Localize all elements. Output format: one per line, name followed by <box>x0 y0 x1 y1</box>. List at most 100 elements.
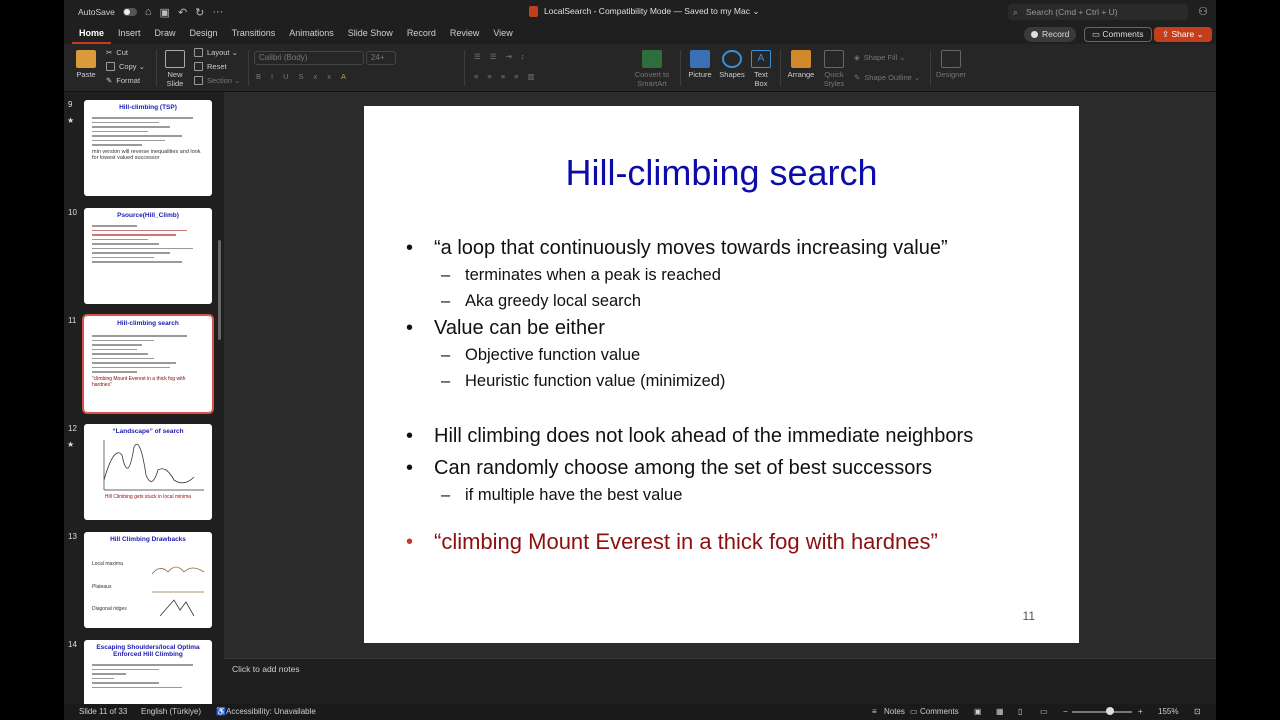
layout-button[interactable]: Layout ⌄ <box>194 48 238 57</box>
picture-button[interactable]: Picture <box>686 50 714 79</box>
bold-icon[interactable]: B <box>256 72 267 81</box>
slide-thumbnail[interactable]: Hill-climbing (TSP) min version will rev… <box>84 100 212 196</box>
shape-fill-button[interactable]: ◈ Shape Fill ⌄ <box>854 53 906 62</box>
accessibility-status[interactable]: Accessibility: Unavailable <box>226 707 316 716</box>
underline-icon[interactable]: U <box>283 72 294 81</box>
align-right-icon[interactable]: ≡ <box>501 72 510 81</box>
reading-view-icon[interactable]: ▯ <box>1018 707 1022 716</box>
normal-view-icon[interactable]: ▣ <box>974 707 982 716</box>
strikethrough-icon[interactable]: S <box>299 72 310 81</box>
powerpoint-file-icon <box>529 6 538 17</box>
document-title[interactable]: LocalSearch - Compatibility Mode — Saved… <box>529 6 759 17</box>
new-slide-button[interactable]: New Slide <box>160 50 190 88</box>
tab-transitions[interactable]: Transitions <box>225 24 283 44</box>
slideshow-icon[interactable]: ▭ <box>1040 707 1048 716</box>
copy-button[interactable]: Copy ⌄ <box>106 62 145 71</box>
slide-number: 10 <box>68 208 77 217</box>
slide-thumbnail[interactable]: Psource(Hill_Climb) <box>84 208 212 304</box>
text-box-button[interactable]: A Text Box <box>750 50 772 88</box>
home-icon[interactable]: ⌂ <box>145 6 152 18</box>
zoom-level[interactable]: 155% <box>1158 707 1178 716</box>
fit-slide-icon[interactable]: ⊡ <box>1194 707 1201 716</box>
record-button[interactable]: Record <box>1024 27 1077 42</box>
paste-button[interactable]: Paste <box>72 50 100 79</box>
notes-pane[interactable]: Click to add notes <box>224 658 1216 704</box>
zoom-out-icon[interactable]: − <box>1063 707 1068 716</box>
comments-button[interactable]: ▭ Comments <box>1084 27 1152 42</box>
thumbnails-scrollbar[interactable] <box>218 240 221 340</box>
slide-thumbnail[interactable]: Escaping Shoulders/local Optima Enforced… <box>84 640 212 704</box>
quick-styles-button[interactable]: Quick Styles <box>820 50 848 88</box>
copy-icon <box>106 62 115 71</box>
language-status[interactable]: English (Türkiye) <box>141 707 201 716</box>
redo-icon[interactable]: ↻ <box>195 6 204 19</box>
zoom-slider[interactable] <box>1072 711 1132 713</box>
account-icon[interactable]: ⚇ <box>1198 5 1208 18</box>
save-icon[interactable]: ▣ <box>160 6 170 19</box>
slide-number: 12 <box>68 424 77 433</box>
terrain-sketch-image <box>151 566 205 617</box>
tab-animations[interactable]: Animations <box>282 24 341 44</box>
text-box-icon: A <box>751 50 771 68</box>
zoom-slider-handle[interactable] <box>1106 707 1114 715</box>
font-name-select[interactable]: Calibri (Body) <box>254 51 364 65</box>
numbering-icon[interactable]: ☰ <box>490 52 502 61</box>
tab-review[interactable]: Review <box>443 24 487 44</box>
copy-label: Copy ⌄ <box>119 62 145 71</box>
tab-view[interactable]: View <box>486 24 519 44</box>
shape-outline-button[interactable]: ✎ Shape Outline ⌄ <box>854 73 920 82</box>
format-painter-button[interactable]: ✎ Format <box>106 76 140 85</box>
powerpoint-window: AutoSave ⌂ ▣ ↶ ↻ ··· LocalSearch - Compa… <box>64 0 1216 720</box>
ribbon-home: Paste ✂ Cut Copy ⌄ ✎ Format New Slide Layo… <box>64 44 1216 92</box>
justify-icon[interactable]: ≡ <box>514 72 523 81</box>
font-color-icon[interactable]: A <box>341 72 352 81</box>
columns-icon[interactable]: ▥ <box>528 72 540 81</box>
zoom-in-icon[interactable]: + <box>1138 707 1143 716</box>
tab-slide-show[interactable]: Slide Show <box>341 24 400 44</box>
convert-smartart-button[interactable]: Convert to SmartArt <box>630 50 674 88</box>
text-box-label: Text Box <box>754 70 768 88</box>
slide-sorter-icon[interactable]: ▦ <box>996 707 1004 716</box>
designer-label: Designer <box>935 70 966 79</box>
paragraph-buttons[interactable]: ☰ ☰ ⇥ ↕ <box>474 52 530 61</box>
pen-icon: ✎ <box>854 73 861 82</box>
section-button[interactable]: Section ⌄ <box>194 76 240 85</box>
tab-home[interactable]: Home <box>72 24 112 44</box>
italic-icon[interactable]: I <box>271 72 279 81</box>
comments-toggle[interactable]: Comments <box>920 707 959 716</box>
tab-insert[interactable]: Insert <box>111 24 148 44</box>
divider <box>248 50 249 86</box>
font-format-buttons[interactable]: BIUSxxA <box>256 72 352 81</box>
undo-icon[interactable]: ↶ <box>178 6 187 19</box>
tab-record[interactable]: Record <box>400 24 443 44</box>
slide-thumbnail-selected[interactable]: Hill-climbing search “climbing Mount Eve… <box>82 314 214 414</box>
arrange-button[interactable]: Arrange <box>784 50 818 79</box>
alignment-buttons[interactable]: ≡ ≡ ≡ ≡ ▥ <box>474 72 540 81</box>
bullets-icon[interactable]: ☰ <box>474 52 486 61</box>
align-left-icon[interactable]: ≡ <box>474 72 483 81</box>
slide-body[interactable]: “a loop that continuously moves towards … <box>404 234 1064 556</box>
tab-draw[interactable]: Draw <box>148 24 183 44</box>
current-slide[interactable]: Hill-climbing search “a loop that contin… <box>364 106 1079 643</box>
font-size-select[interactable]: 24+ <box>366 51 396 65</box>
reset-icon <box>194 62 203 71</box>
tab-design[interactable]: Design <box>183 24 225 44</box>
superscript-icon[interactable]: x <box>327 72 337 81</box>
slide-thumbnail[interactable]: Hill Climbing Drawbacks Local maxima Pla… <box>84 532 212 628</box>
indent-icon[interactable]: ⇥ <box>505 52 516 61</box>
designer-button[interactable]: Designer <box>934 50 968 79</box>
share-button[interactable]: ⇪ Share ⌄ <box>1154 27 1212 42</box>
subscript-icon[interactable]: x <box>314 72 324 81</box>
reset-button[interactable]: Reset <box>194 62 227 71</box>
notes-toggle[interactable]: Notes <box>884 707 905 716</box>
shapes-button[interactable]: Shapes <box>718 50 746 79</box>
slide-thumbnail[interactable]: “Landscape” of search Hill Climbing gets… <box>84 424 212 520</box>
align-center-icon[interactable]: ≡ <box>487 72 496 81</box>
search-input[interactable]: ⌕ Search (Cmd + Ctrl + U) <box>1008 4 1188 20</box>
more-icon[interactable]: ··· <box>212 6 223 18</box>
cut-button[interactable]: ✂ Cut <box>106 48 128 57</box>
line-spacing-icon[interactable]: ↕ <box>521 52 530 61</box>
autosave-toggle[interactable] <box>122 8 137 16</box>
slide-title[interactable]: Hill-climbing search <box>364 152 1079 194</box>
